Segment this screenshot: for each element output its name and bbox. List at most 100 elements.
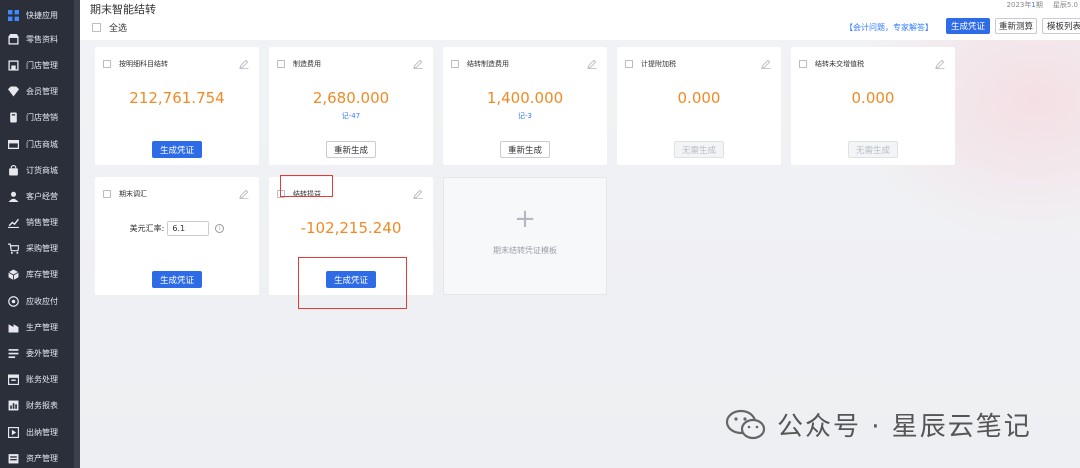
voucher-ref-link[interactable]: 记-47 [269,111,433,121]
edit-icon[interactable] [935,58,945,69]
card-title: 结转制造费用 [451,59,509,69]
info-icon[interactable]: i [215,224,225,233]
exchange-rate-row: 美元汇率: 6.1 i [95,221,259,236]
sidebar-item-label: 零售资料 [26,34,58,44]
no-generation-needed-button: 无需生成 [674,141,724,158]
edit-icon[interactable] [239,188,249,199]
generate-voucher-button[interactable]: 生成凭证 [946,18,990,34]
sidebar-item-label: 应收应付 [26,296,58,306]
sidebar-item-label: 订货商城 [26,165,58,175]
factory-icon [8,322,19,333]
sidebar-item-financial-reports[interactable]: 财务报表 [0,393,80,419]
user-version[interactable]: 星辰5.0 [1053,0,1078,10]
edit-icon[interactable] [761,58,771,69]
sidebar-item-accounting[interactable]: 账务处理 [0,367,80,393]
card-title-text: 制造费用 [293,60,321,68]
sidebar-item-production-management[interactable]: 生产管理 [0,314,80,340]
generate-voucher-button[interactable]: 生成凭证 [152,141,202,158]
exchange-rate-input[interactable]: 6.1 [167,221,210,236]
shop-icon [8,33,19,45]
sidebar-item-inventory-management[interactable]: 库存管理 [0,262,80,288]
sidebar-item-store-marketing[interactable]: 门店营销 [0,105,80,131]
sidebar-item-label: 采购管理 [26,244,58,254]
period-indicator[interactable]: 2023年1期 [1007,0,1043,10]
watermark: 公众号 · 星辰云笔记 [725,406,1032,443]
bag-icon [8,164,19,176]
grid-icon [8,9,19,21]
sidebar-item-store-management[interactable]: 门店管理 [0,52,80,78]
card-checkbox[interactable] [625,60,633,68]
sidebar-item-label: 门店营销 [26,113,58,123]
regenerate-button[interactable]: 重新生成 [500,141,550,158]
sidebar: 快捷应用 零售资料 门店管理 会员管理 门店营销 门店商城 订货商城 客户经营 … [0,0,80,468]
period-year: 2023年 [1006,1,1032,9]
card-checkbox[interactable] [451,60,459,68]
main-content: 按明细科目结转 212,761.754 生成凭证 制造费用 2,680.000 … [80,40,1080,468]
edit-icon[interactable] [587,58,597,69]
plus-icon: + [514,204,536,234]
sidebar-item-outsourcing-management[interactable]: 委外管理 [0,340,80,366]
sidebar-item-label: 委外管理 [26,349,58,359]
card-amount: 212,761.754 [129,89,225,107]
card-checkbox[interactable] [799,60,807,68]
report-icon [8,400,19,411]
chart-icon [8,217,19,229]
asset-icon [8,453,19,464]
cash-icon [8,426,19,438]
sidebar-item-purchase-management[interactable]: 采购管理 [0,236,80,262]
card-title-text: 期末调汇 [119,190,147,198]
sidebar-item-label: 客户经营 [26,191,58,201]
sidebar-item-store-mall[interactable]: 门店商城 [0,131,80,157]
ledger-icon [8,374,19,386]
voucher-ref-link[interactable]: 记-3 [443,111,607,121]
select-all-checkbox[interactable]: 全选 [92,21,127,34]
exchange-rate-label: 美元汇率: [129,224,165,233]
sidebar-item-label: 资产管理 [26,453,58,463]
sidebar-item-customer-operation[interactable]: 客户经营 [0,183,80,209]
sidebar-item-label: 门店管理 [26,60,58,70]
sidebar-item-quick-apps[interactable]: 快捷应用 [0,0,80,26]
list-icon [8,348,19,359]
top-meta: 2023年1期 星辰5.0 [1007,0,1078,10]
card-amount: 1,400.000 [486,89,564,107]
sidebar-item-label: 会员管理 [26,87,58,97]
sidebar-item-label: 生产管理 [26,322,58,332]
card-amount: 2,680.000 [312,89,390,107]
wechat-icon [725,409,766,439]
sidebar-item-label: 账务处理 [26,375,58,385]
card-title: 期末调汇 [103,189,147,199]
expert-help-link[interactable]: 【会计问题，专家解答】 [845,22,933,33]
sidebar-item-asset-management[interactable]: 资产管理 [0,445,80,468]
template-list-button[interactable]: 模板列表 [1042,18,1080,34]
sidebar-item-label: 库存管理 [26,270,58,280]
edit-icon[interactable] [413,188,423,199]
edit-icon[interactable] [239,58,249,69]
add-template-card[interactable]: + 期末结转凭证模板 [443,177,607,295]
sidebar-item-retail-data[interactable]: 零售资料 [0,26,80,52]
card-surcharge-tax: 计提附加税 0.000 无需生成 [617,47,781,165]
card-checkbox[interactable] [277,60,285,68]
diamond-icon [8,86,19,97]
add-template-label: 期末结转凭证模板 [493,246,557,255]
period-suffix: 期 [1035,1,1043,9]
recalculate-button[interactable]: 重新测算 [995,18,1037,34]
sidebar-item-order-mall[interactable]: 订货商城 [0,157,80,183]
sidebar-item-cashier-management[interactable]: 出纳管理 [0,419,80,445]
card-amount: -102,215.240 [300,219,402,237]
sidebar-item-member-management[interactable]: 会员管理 [0,79,80,105]
sidebar-item-label: 快捷应用 [26,10,58,20]
watermark-text: 公众号 · 星辰云笔记 [777,412,1032,442]
money-icon [8,295,19,307]
card-checkbox[interactable] [103,60,111,68]
card-checkbox[interactable] [103,190,111,198]
sidebar-item-receivable-payable[interactable]: 应收应付 [0,288,80,314]
edit-icon[interactable] [413,58,423,69]
regenerate-button[interactable]: 重新生成 [326,141,376,158]
card-title: 按明细科目结转 [103,59,168,69]
card-manufacturing-overhead: 制造费用 2,680.000 记-47 重新生成 [269,47,433,165]
sidebar-item-label: 门店商城 [26,139,58,149]
box-icon [8,269,19,281]
generate-voucher-button[interactable]: 生成凭证 [152,271,202,288]
checkbox-box[interactable] [92,23,101,32]
sidebar-item-sales-management[interactable]: 销售管理 [0,210,80,236]
